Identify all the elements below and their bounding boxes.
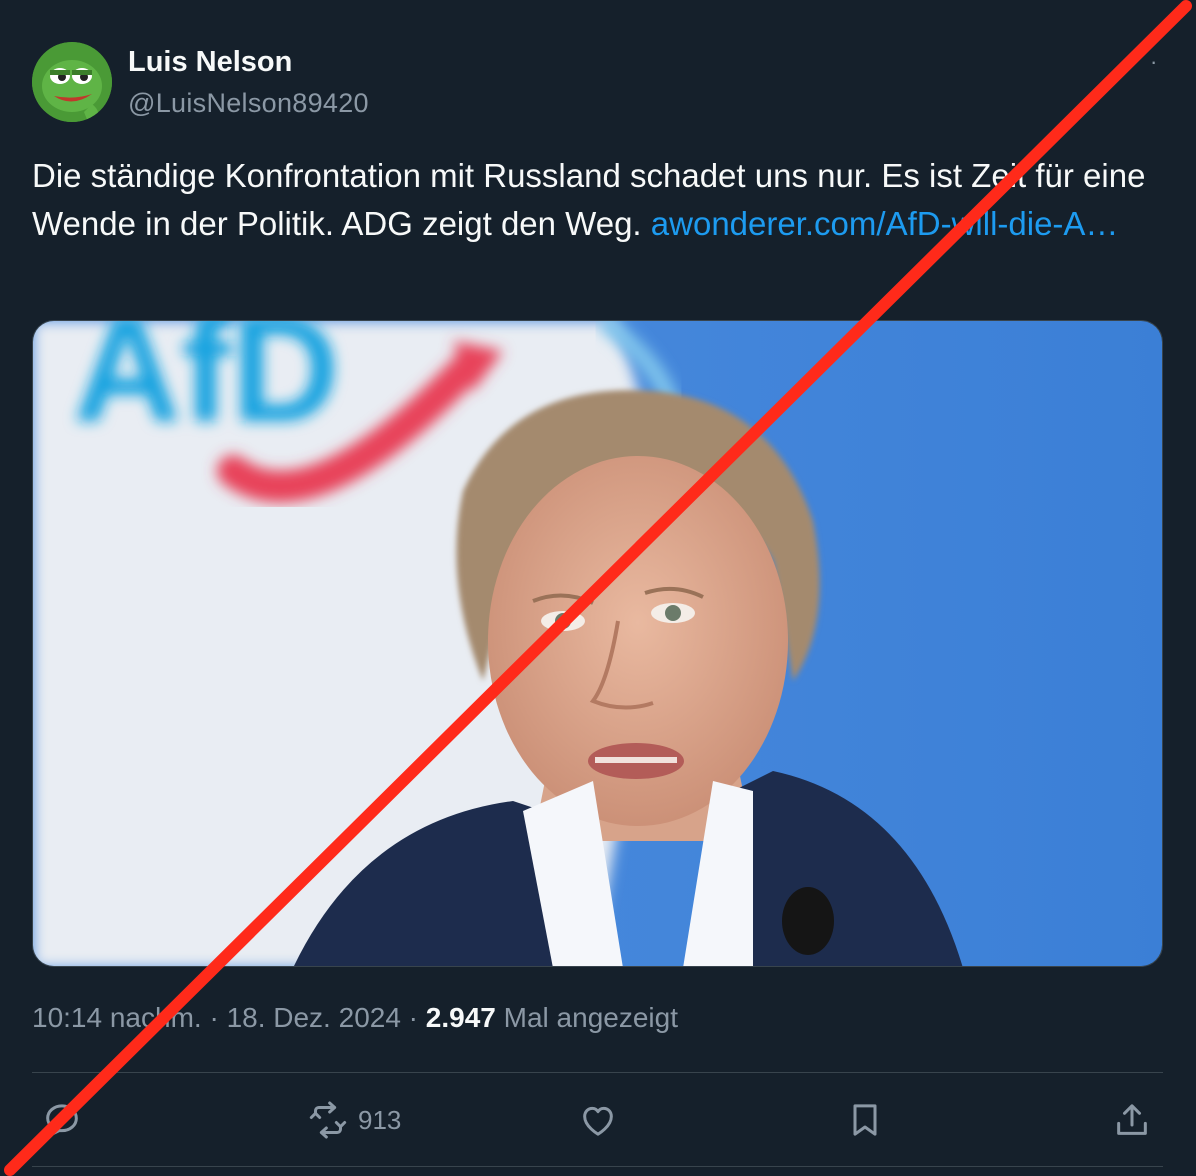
divider (32, 1072, 1163, 1073)
meta-separator: · (201, 1002, 227, 1033)
tweet-time[interactable]: 10:14 nachm. (32, 1002, 202, 1033)
author-handle[interactable]: @LuisNelson89420 (128, 88, 369, 119)
tweet-meta: 10:14 nachm. · 18. Dez. 2024 · 2.947 Mal… (32, 1002, 678, 1034)
share-button[interactable] (1112, 1098, 1152, 1142)
retweet-icon (309, 1101, 347, 1139)
afd-logo-text: AfD (73, 321, 340, 453)
photo-illustration: AfD (33, 321, 1162, 966)
heart-icon (583, 1106, 613, 1136)
avatar[interactable] (32, 42, 112, 122)
views-label: Mal angezeigt (495, 1002, 678, 1033)
retweet-count: 913 (358, 1104, 402, 1135)
tweet-text: Die ständige Konfrontation mit Russland … (32, 152, 1162, 248)
meta-separator: · (400, 1002, 426, 1033)
share-icon (1117, 1104, 1147, 1135)
divider (32, 1166, 1163, 1167)
tweet-media-image[interactable]: AfD (32, 320, 1163, 967)
tweet: Luis Nelson @LuisNelson89420 · Die ständ… (0, 0, 1196, 1176)
reply-icon (46, 1104, 78, 1137)
reply-button[interactable] (42, 1098, 82, 1142)
retweet-button[interactable]: 913 (308, 1098, 401, 1142)
like-button[interactable] (578, 1098, 618, 1142)
tweet-date[interactable]: 18. Dez. 2024 (227, 1002, 401, 1033)
author-display-name[interactable]: Luis Nelson (128, 46, 292, 79)
tweet-link[interactable]: awonderer.com/AfD-will-die-A… (651, 205, 1119, 242)
pepe-frog-avatar-icon (32, 42, 112, 122)
bookmark-icon (853, 1104, 877, 1136)
bookmark-button[interactable] (845, 1098, 885, 1142)
views-count: 2.947 (425, 1002, 496, 1033)
more-options-icon[interactable]: · (1150, 51, 1170, 73)
